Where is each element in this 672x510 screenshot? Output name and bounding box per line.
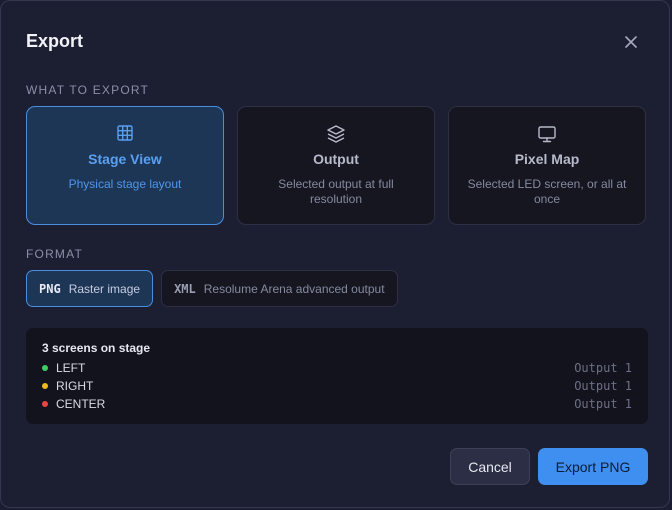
option-pixel-map[interactable]: Pixel Map Selected LED screen, or all at… — [448, 106, 646, 225]
screen-name: LEFT — [56, 361, 86, 375]
option-title: Pixel Map — [514, 151, 580, 167]
option-output[interactable]: Output Selected output at full resolutio… — [237, 106, 435, 225]
close-icon — [625, 36, 637, 48]
screen-output: Output 1 — [574, 361, 632, 375]
screen-name: CENTER — [56, 397, 106, 411]
format-label: FORMAT — [26, 247, 83, 261]
layers-icon — [327, 125, 345, 143]
screens-summary: 3 screens on stage LEFT Output 1 RIGHT O… — [26, 328, 648, 424]
format-code: PNG — [39, 281, 61, 296]
format-xml[interactable]: XML Resolume Arena advanced output — [161, 270, 398, 307]
format-png[interactable]: PNG Raster image — [26, 270, 154, 307]
grid-icon — [117, 125, 133, 141]
status-dot — [42, 383, 48, 389]
screen-output: Output 1 — [574, 379, 632, 393]
option-description: Physical stage layout — [68, 177, 182, 191]
screen-name: RIGHT — [56, 379, 94, 393]
format-description: Raster image — [68, 281, 141, 296]
option-title: Output — [313, 151, 359, 167]
what-to-export-label: WHAT TO EXPORT — [26, 83, 150, 97]
format-description: Resolume Arena advanced output — [203, 281, 385, 296]
option-title: Stage View — [88, 151, 162, 167]
screen-output: Output 1 — [574, 397, 632, 411]
screen-row: CENTER Output 1 — [42, 395, 632, 413]
format-options: PNG Raster image XML Resolume Arena adva… — [26, 270, 398, 307]
export-dialog: Export WHAT TO EXPORT Stage View Physica… — [0, 0, 670, 508]
cancel-button[interactable]: Cancel — [450, 448, 530, 485]
status-dot — [42, 401, 48, 407]
screens-title: 3 screens on stage — [42, 341, 151, 355]
close-button[interactable] — [619, 30, 643, 54]
dialog-title: Export — [26, 31, 84, 51]
option-description: Selected output at full resolution — [278, 177, 394, 206]
option-stage-view[interactable]: Stage View Physical stage layout — [26, 106, 224, 225]
screen-row: LEFT Output 1 — [42, 359, 632, 377]
export-button[interactable]: Export PNG — [538, 448, 648, 485]
monitor-icon — [538, 126, 556, 143]
format-code: XML — [174, 281, 196, 296]
status-dot — [42, 365, 48, 371]
export-type-options: Stage View Physical stage layout Output … — [26, 106, 646, 225]
screen-row: RIGHT Output 1 — [42, 377, 632, 395]
option-description: Selected LED screen, or all at once — [467, 177, 627, 206]
